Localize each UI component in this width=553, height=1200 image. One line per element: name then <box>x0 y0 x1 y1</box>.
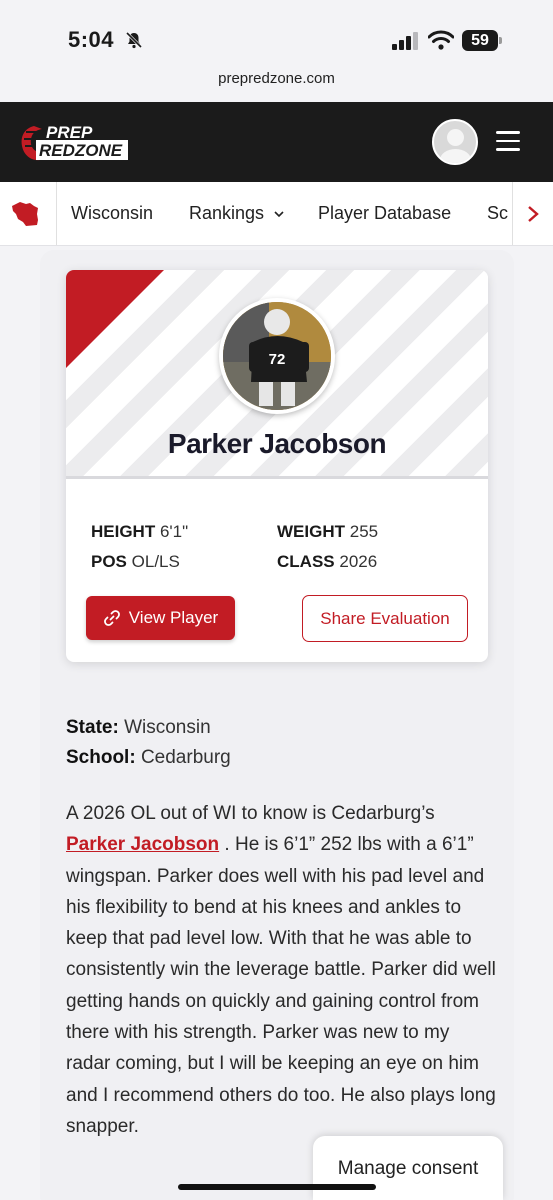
player-photo: 72 <box>219 298 335 414</box>
stat-class-value: 2026 <box>339 552 378 571</box>
home-indicator <box>178 1184 376 1190</box>
nav-item-wisconsin[interactable]: Wisconsin <box>71 203 153 224</box>
stat-pos-label: POS <box>91 552 127 571</box>
nav-item-partial[interactable]: Sc <box>487 203 508 224</box>
state-label: State: <box>66 717 119 738</box>
stat-class: CLASS 2026 <box>277 552 377 572</box>
stat-weight-value: 255 <box>349 522 379 541</box>
player-card: 72 Parker Jacobson HEIGHT 6'1" WEIGHT 25… <box>66 270 488 662</box>
status-time: 5:04 <box>68 27 115 52</box>
nav-item-player-database[interactable]: Player Database <box>318 203 451 224</box>
battery-level: 59 <box>462 30 498 51</box>
stat-height-label: HEIGHT <box>91 522 156 541</box>
jersey-number: 72 <box>269 351 286 368</box>
state-line: State: Wisconsin <box>66 717 211 739</box>
prep-redzone-logo[interactable]: PREP REDZONE <box>20 122 132 164</box>
avatar-body <box>440 149 471 163</box>
logo-text-bottom: REDZONE <box>39 141 123 160</box>
cellular-signal-icon <box>392 32 418 50</box>
hamburger-menu-icon[interactable] <box>496 131 520 151</box>
state-value: Wisconsin <box>124 717 211 738</box>
school-line: School: Cedarburg <box>66 747 231 769</box>
view-player-label: View Player <box>128 608 219 627</box>
wifi-icon <box>428 30 454 50</box>
banner-divider <box>66 476 488 479</box>
player-name: Parker Jacobson <box>167 428 387 459</box>
nav-bar: Wisconsin Rankings Player Database Sc <box>0 182 553 246</box>
article-body: A 2026 OL out of WI to know is Cedarburg… <box>66 798 496 1142</box>
stat-pos: POS OL/LS <box>91 552 180 572</box>
share-evaluation-button[interactable]: Share Evaluation <box>302 595 468 642</box>
school-label: School: <box>66 747 136 768</box>
view-player-button[interactable]: View Player <box>86 596 235 640</box>
bell-slash-icon <box>125 31 143 49</box>
stat-height: HEIGHT 6'1" <box>91 522 188 542</box>
school-value: Cedarburg <box>140 747 231 768</box>
nav-divider <box>56 182 57 245</box>
status-bar: 5:04 59 <box>0 0 553 64</box>
wisconsin-state-icon[interactable] <box>8 194 44 230</box>
card-corner-accent <box>66 270 164 368</box>
stat-weight: WEIGHT 255 <box>277 522 378 542</box>
stat-height-value: 6'1" <box>159 522 189 541</box>
battery-cap <box>499 37 502 44</box>
user-avatar[interactable] <box>432 119 478 165</box>
avatar-head <box>447 129 464 146</box>
article-text-intro: A 2026 OL out of WI to know is Cedarburg… <box>66 803 435 824</box>
nav-item-rankings-label: Rankings <box>189 203 265 223</box>
stat-class-label: CLASS <box>277 552 335 571</box>
logo-text-top: PREP <box>46 123 93 142</box>
chevron-down-icon <box>274 211 284 218</box>
manage-consent-button[interactable]: Manage consent <box>313 1136 503 1200</box>
article-text-main: . He is 6’1” 252 lbs with a 6’1” wingspa… <box>66 834 496 1137</box>
battery-indicator: 59 <box>462 30 502 51</box>
stat-weight-label: WEIGHT <box>277 522 345 541</box>
link-icon <box>103 610 120 626</box>
url-bar[interactable]: prepredzone.com <box>0 70 553 87</box>
nav-scroll-right-button[interactable] <box>512 182 553 245</box>
stat-pos-value: OL/LS <box>131 552 180 571</box>
nav-item-rankings[interactable]: Rankings <box>189 203 285 224</box>
player-profile-link[interactable]: Parker Jacobson <box>66 834 219 855</box>
chevron-right-icon <box>528 206 539 222</box>
